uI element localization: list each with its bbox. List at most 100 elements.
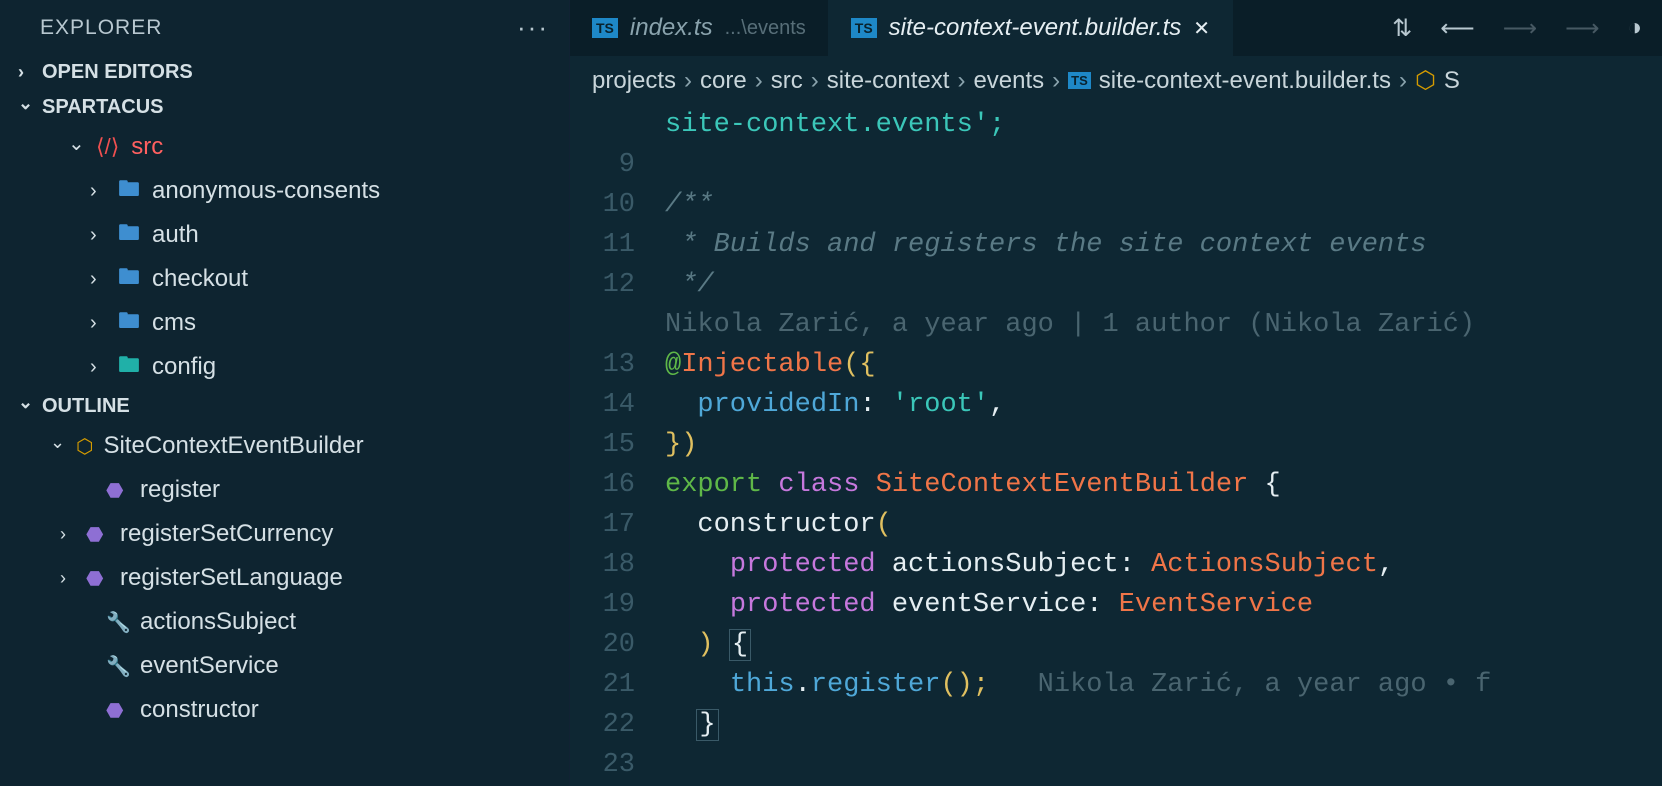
folder-label: cms (152, 309, 196, 337)
folder-lock-icon: 🖿 (118, 216, 140, 254)
outline-item-constructor[interactable]: ⬣ constructor (20, 688, 569, 732)
outline-section[interactable]: OUTLINE (0, 389, 569, 424)
open-editors-section[interactable]: OPEN EDITORS (0, 55, 569, 90)
line-number: 14 (570, 385, 635, 425)
nav-icon[interactable]: ⟶ (1503, 14, 1537, 43)
code-text: ({ (843, 350, 875, 380)
more-actions-icon[interactable]: ··· (517, 12, 549, 43)
source-folder-icon: ⟨/⟩ (96, 134, 119, 160)
breadcrumb-item[interactable]: S (1444, 67, 1460, 95)
code-text: { (730, 630, 750, 660)
method-icon: ⬣ (86, 522, 110, 547)
file-tree: ⟨/⟩ src 🖿 anonymous-consents 🖿 auth 🖿 ch… (0, 125, 569, 389)
outline-class[interactable]: ⬡ SiteContextEventBuilder (20, 424, 569, 468)
compare-changes-icon[interactable]: ⇅ (1392, 14, 1412, 43)
code-text: } (697, 710, 717, 740)
code-text: { (1248, 470, 1280, 500)
outline-label: constructor (140, 696, 259, 724)
breadcrumbs[interactable]: projects› core› src› site-context› event… (570, 56, 1662, 105)
nav-icon[interactable]: ⟶ (1565, 14, 1599, 43)
outline-label: eventService (140, 652, 279, 680)
project-name: SPARTACUS (42, 96, 163, 119)
code-editor[interactable]: 9 10 11 12 13 14 15 16 17 18 19 20 21 22… (570, 105, 1662, 786)
editor-toolbar: ⇅ ⟵ ⟶ ⟶ ◑ (1372, 0, 1662, 56)
tab-path: ...\events (725, 17, 806, 40)
line-number: 16 (570, 465, 635, 505)
breadcrumb-item[interactable]: projects (592, 67, 676, 95)
line-number: 11 (570, 225, 635, 265)
breadcrumb-item[interactable]: site-context-event.builder.ts (1099, 67, 1391, 95)
src-folder[interactable]: ⟨/⟩ src (40, 125, 569, 169)
folder-icon: 🖿 (118, 304, 140, 342)
gitlens-inline-blame: Nikola Zarić, a year ago • f (989, 670, 1491, 700)
code-content[interactable]: site-context.events'; /** * Builds and r… (665, 105, 1662, 786)
line-number (570, 305, 635, 345)
line-number: 23 (570, 745, 635, 785)
line-number (570, 105, 635, 145)
property-icon: 🔧 (106, 654, 130, 679)
method-icon: ⬣ (86, 566, 110, 591)
chevron-right-icon (90, 356, 106, 379)
tab-bar: TS index.ts ...\events TS site-context-e… (570, 0, 1662, 56)
code-text: }) (665, 430, 697, 460)
code-text: */ (665, 270, 714, 300)
class-icon: ⬡ (1415, 66, 1436, 95)
close-icon[interactable]: ✕ (1193, 16, 1210, 41)
line-number: 19 (570, 585, 635, 625)
tab-site-context-event-builder[interactable]: TS site-context-event.builder.ts ✕ (829, 0, 1233, 56)
outline-item-eventService[interactable]: 🔧 eventService (20, 644, 569, 688)
tab-index[interactable]: TS index.ts ...\events (570, 0, 829, 56)
code-text: 'root' (892, 390, 989, 420)
chevron-down-icon (50, 436, 66, 457)
outline-label: registerSetLanguage (120, 564, 343, 592)
tab-label: site-context-event.builder.ts (889, 14, 1182, 42)
property-icon: 🔧 (106, 610, 130, 635)
line-number: 13 (570, 345, 635, 385)
folder-checkout[interactable]: 🖿 checkout (40, 257, 569, 301)
outline-item-register[interactable]: ⬣ register (20, 468, 569, 512)
open-editors-label: OPEN EDITORS (42, 61, 193, 84)
sidebar: EXPLORER ··· OPEN EDITORS SPARTACUS ⟨/⟩ … (0, 0, 570, 786)
chevron-right-icon (90, 224, 106, 247)
code-text: SiteContextEventBuilder (876, 470, 1249, 500)
line-gutter: 9 10 11 12 13 14 15 16 17 18 19 20 21 22… (570, 105, 665, 786)
folder-icon: 🖿 (118, 172, 140, 210)
project-section[interactable]: SPARTACUS (0, 90, 569, 125)
code-text: class (778, 470, 859, 500)
folder-anonymous-consents[interactable]: 🖿 anonymous-consents (40, 169, 569, 213)
code-text: (); (940, 670, 989, 700)
line-number: 10 (570, 185, 635, 225)
gitlens-blame: Nikola Zarić, a year ago | 1 author (Nik… (665, 310, 1475, 340)
outline-item-registerSetCurrency[interactable]: ⬣ registerSetCurrency (20, 512, 569, 556)
folder-config[interactable]: 🖿 config (40, 345, 569, 389)
chevron-down-icon (18, 396, 34, 417)
code-text: protected (730, 550, 876, 580)
explorer-header: EXPLORER ··· (0, 0, 569, 55)
code-text: site-context.events'; (665, 110, 1005, 140)
outline-item-registerSetLanguage[interactable]: ⬣ registerSetLanguage (20, 556, 569, 600)
folder-label: auth (152, 221, 199, 249)
breadcrumb-item[interactable]: core (700, 67, 747, 95)
code-text: constructor (697, 510, 875, 540)
breadcrumb-item[interactable]: site-context (827, 67, 950, 95)
line-number: 20 (570, 625, 635, 665)
line-number: 15 (570, 425, 635, 465)
previous-change-icon[interactable]: ⟵ (1440, 14, 1474, 43)
code-text: actionsSubject (892, 550, 1119, 580)
code-text: /** (665, 190, 714, 220)
folder-label: checkout (152, 265, 248, 293)
outline-class-name: SiteContextEventBuilder (103, 432, 363, 460)
outline-tree: ⬡ SiteContextEventBuilder ⬣ register ⬣ r… (0, 424, 569, 732)
folder-icon: 🖿 (118, 260, 140, 298)
chevron-right-icon (90, 268, 106, 291)
outline-item-actionsSubject[interactable]: 🔧 actionsSubject (20, 600, 569, 644)
folder-config-icon: 🖿 (118, 348, 140, 386)
breadcrumb-item[interactable]: src (771, 67, 803, 95)
chevron-right-icon (60, 568, 76, 589)
method-icon: ⬣ (106, 698, 130, 723)
folder-cms[interactable]: 🖿 cms (40, 301, 569, 345)
split-editor-icon[interactable]: ◑ (1628, 14, 1643, 42)
folder-auth[interactable]: 🖿 auth (40, 213, 569, 257)
chevron-down-icon (18, 97, 34, 118)
breadcrumb-item[interactable]: events (973, 67, 1044, 95)
